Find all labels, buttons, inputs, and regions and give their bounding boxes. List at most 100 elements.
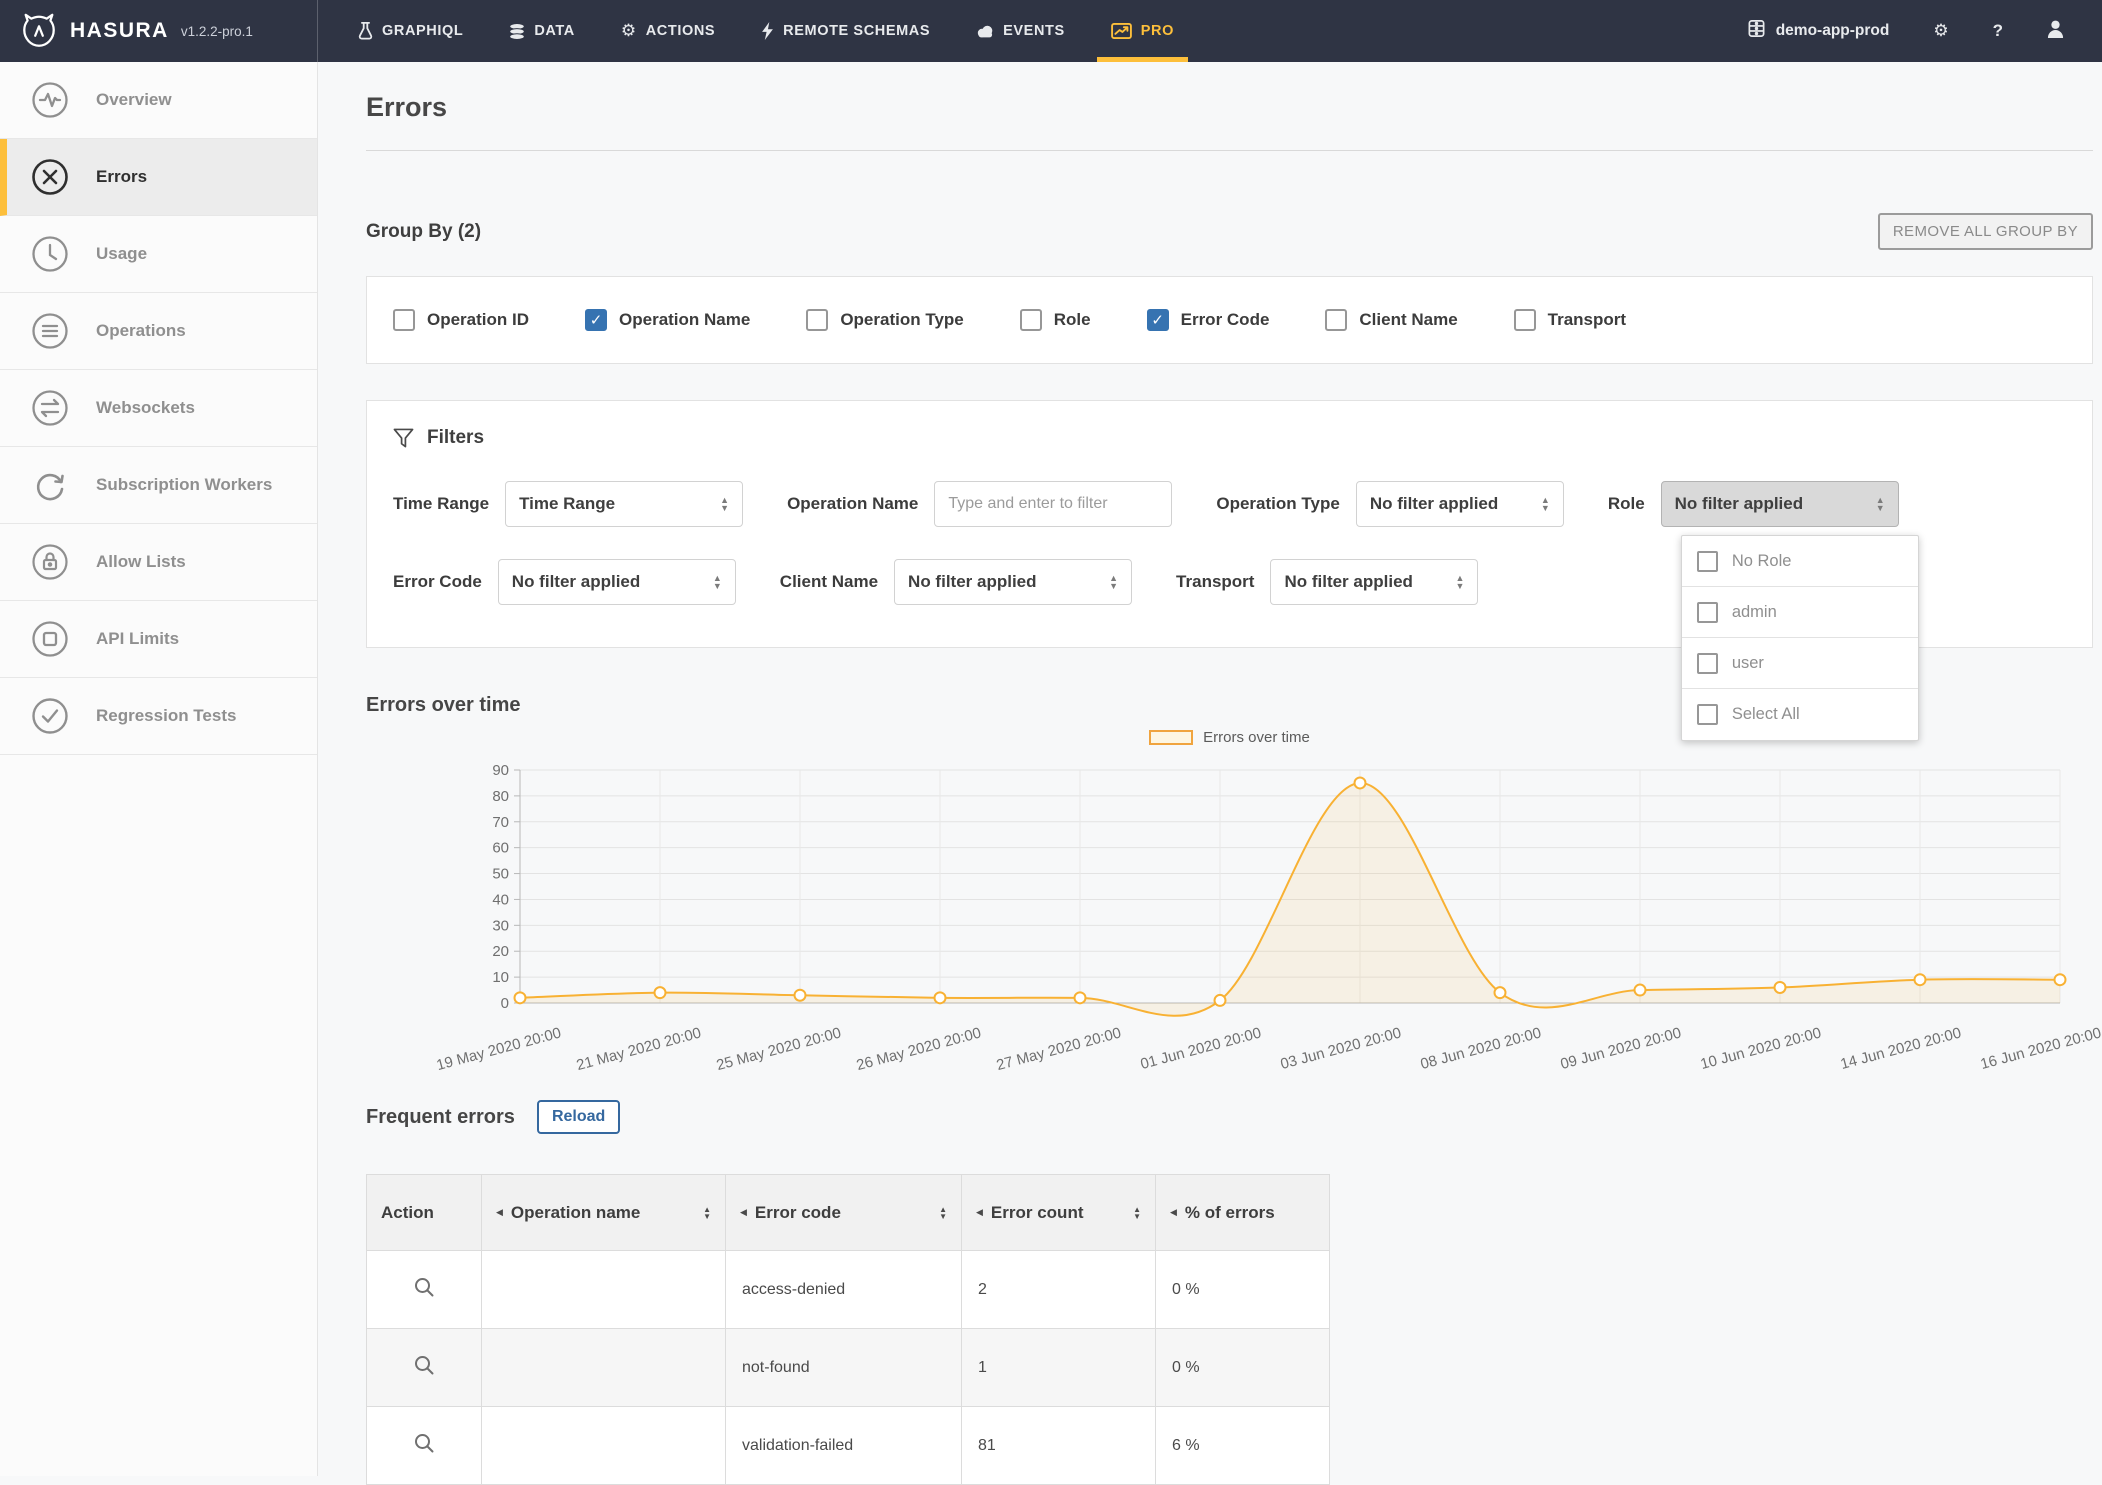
sidebar-item-usage[interactable]: Usage (0, 216, 317, 293)
svg-text:26 May 2020 20:00: 26 May 2020 20:00 (855, 1024, 983, 1074)
checkbox[interactable] (1697, 551, 1718, 572)
checkbox-label: Role (1054, 310, 1091, 330)
svg-text:08 Jun 2020 20:00: 08 Jun 2020 20:00 (1419, 1024, 1543, 1073)
filter-label: Time Range (393, 494, 489, 514)
checkbox-label: Transport (1548, 310, 1626, 330)
groupby-checkbox-operation-id[interactable]: Operation ID (393, 309, 529, 331)
sidebar-item-label: Overview (96, 90, 172, 110)
page-title: Errors (366, 92, 2093, 123)
nav-item-pro[interactable]: PRO (1111, 0, 1174, 62)
nav-label: PRO (1141, 23, 1174, 39)
role-option-user[interactable]: user (1682, 638, 1918, 689)
role-option-no-role[interactable]: No Role (1682, 536, 1918, 587)
table-row: access-denied 2 0 % (367, 1251, 1330, 1329)
nav-item-remote-schemas[interactable]: REMOTE SCHEMAS (761, 0, 930, 62)
help-icon[interactable]: ? (1993, 21, 2003, 41)
nav-item-graphiql[interactable]: GRAPHIQL (358, 0, 463, 62)
chevron-updown-icon: ▲▼ (720, 496, 729, 512)
checkbox[interactable] (806, 309, 828, 331)
cell-error-code: not-found (726, 1329, 962, 1407)
column-header-operation-name[interactable]: ◀Operation name▲▼ (482, 1175, 726, 1251)
groupby-checkbox-client-name[interactable]: Client Name (1325, 309, 1457, 331)
cell-percent: 0 % (1156, 1251, 1330, 1329)
funnel-icon (393, 428, 414, 449)
cloud-icon (976, 24, 994, 38)
checkbox[interactable] (585, 309, 607, 331)
sidebar-item-overview[interactable]: Overview (0, 62, 317, 139)
select-value: No filter applied (1370, 494, 1498, 514)
inspect-row-button[interactable] (413, 1432, 435, 1457)
nav-label: GRAPHIQL (382, 23, 463, 39)
chevron-updown-icon: ▲▼ (1876, 496, 1885, 512)
nav-item-events[interactable]: EVENTS (976, 0, 1065, 62)
time-range-select[interactable]: Time Range ▲▼ (505, 481, 743, 527)
column-header-action: Action (367, 1175, 482, 1251)
checkbox[interactable] (393, 309, 415, 331)
column-header-percent[interactable]: ◀% of errors (1156, 1175, 1330, 1251)
svg-text:80: 80 (492, 788, 509, 805)
inspect-row-button[interactable] (413, 1354, 435, 1379)
project-selector[interactable]: demo-app-prod (1747, 19, 1890, 43)
groupby-checkbox-operation-type[interactable]: Operation Type (806, 309, 963, 331)
nav-item-actions[interactable]: ⚙ ACTIONS (621, 0, 715, 62)
checkbox[interactable] (1697, 602, 1718, 623)
transport-select[interactable]: No filter applied ▲▼ (1270, 559, 1478, 605)
checkbox-label: Operation Name (619, 310, 750, 330)
filter-label: Operation Name (787, 494, 918, 514)
role-option-select-all[interactable]: Select All (1682, 689, 1918, 740)
refresh-icon (30, 465, 70, 505)
checkbox[interactable] (1020, 309, 1042, 331)
operation-type-select[interactable]: No filter applied ▲▼ (1356, 481, 1564, 527)
role-select[interactable]: No filter applied ▲▼ (1661, 481, 1899, 527)
sidebar-item-websockets[interactable]: Websockets (0, 370, 317, 447)
checkbox[interactable] (1697, 704, 1718, 725)
groupby-checkbox-role[interactable]: Role (1020, 309, 1091, 331)
groupby-checkbox-operation-name[interactable]: Operation Name (585, 309, 750, 331)
sidebar-item-subscription-workers[interactable]: Subscription Workers (0, 447, 317, 524)
svg-text:19 May 2020 20:00: 19 May 2020 20:00 (435, 1024, 563, 1074)
nav-item-data[interactable]: DATA (509, 0, 575, 62)
svg-text:21 May 2020 20:00: 21 May 2020 20:00 (575, 1024, 703, 1074)
checkbox[interactable] (1325, 309, 1347, 331)
cell-operation-name (482, 1251, 726, 1329)
reload-button[interactable]: Reload (537, 1100, 620, 1134)
cell-error-code: access-denied (726, 1251, 962, 1329)
error-code-select[interactable]: No filter applied ▲▼ (498, 559, 736, 605)
inspect-row-button[interactable] (413, 1276, 435, 1301)
client-name-select[interactable]: No filter applied ▲▼ (894, 559, 1132, 605)
checkbox[interactable] (1147, 309, 1169, 331)
filter-transport: Transport No filter applied ▲▼ (1176, 559, 1478, 605)
settings-gear-icon[interactable]: ⚙ (1933, 21, 1948, 41)
column-header-error-count[interactable]: ◀Error count▲▼ (962, 1175, 1156, 1251)
operation-name-input[interactable] (934, 481, 1172, 527)
svg-text:0: 0 (501, 995, 509, 1012)
groupby-checkbox-error-code[interactable]: Error Code (1147, 309, 1270, 331)
sidebar-item-label: Usage (96, 244, 147, 264)
nav-label: DATA (534, 23, 575, 39)
sort-icon[interactable]: ▲▼ (939, 1206, 947, 1220)
option-label: admin (1732, 603, 1777, 622)
checkbox[interactable] (1697, 653, 1718, 674)
sort-icon[interactable]: ▲▼ (703, 1206, 711, 1220)
sort-icon[interactable]: ▲▼ (1133, 1206, 1141, 1220)
brand[interactable]: HASURA v1.2.2-pro.1 (0, 0, 318, 62)
checkbox[interactable] (1514, 309, 1536, 331)
groupby-checkbox-transport[interactable]: Transport (1514, 309, 1626, 331)
legend-swatch (1149, 730, 1193, 745)
sidebar-item-regression-tests[interactable]: Regression Tests (0, 678, 317, 755)
sidebar-item-errors[interactable]: Errors (0, 139, 317, 216)
remove-all-group-by-button[interactable]: REMOVE ALL GROUP BY (1878, 213, 2093, 250)
sidebar-item-operations[interactable]: Operations (0, 293, 317, 370)
pivot-icon: ◀ (740, 1207, 747, 1218)
select-value: Time Range (519, 494, 615, 514)
user-icon[interactable] (2047, 20, 2064, 43)
role-option-admin[interactable]: admin (1682, 587, 1918, 638)
pulse-icon (30, 80, 70, 120)
svg-text:90: 90 (492, 762, 509, 779)
frequent-errors-table: Action ◀Operation name▲▼ ◀Error code▲▼ ◀… (366, 1174, 1330, 1485)
sidebar-item-allow-lists[interactable]: Allow Lists (0, 524, 317, 601)
sidebar-item-api-limits[interactable]: API Limits (0, 601, 317, 678)
checkbox-label: Client Name (1359, 310, 1457, 330)
filters-panel: Filters Time Range Time Range ▲▼ Operati… (366, 400, 2093, 648)
column-header-error-code[interactable]: ◀Error code▲▼ (726, 1175, 962, 1251)
